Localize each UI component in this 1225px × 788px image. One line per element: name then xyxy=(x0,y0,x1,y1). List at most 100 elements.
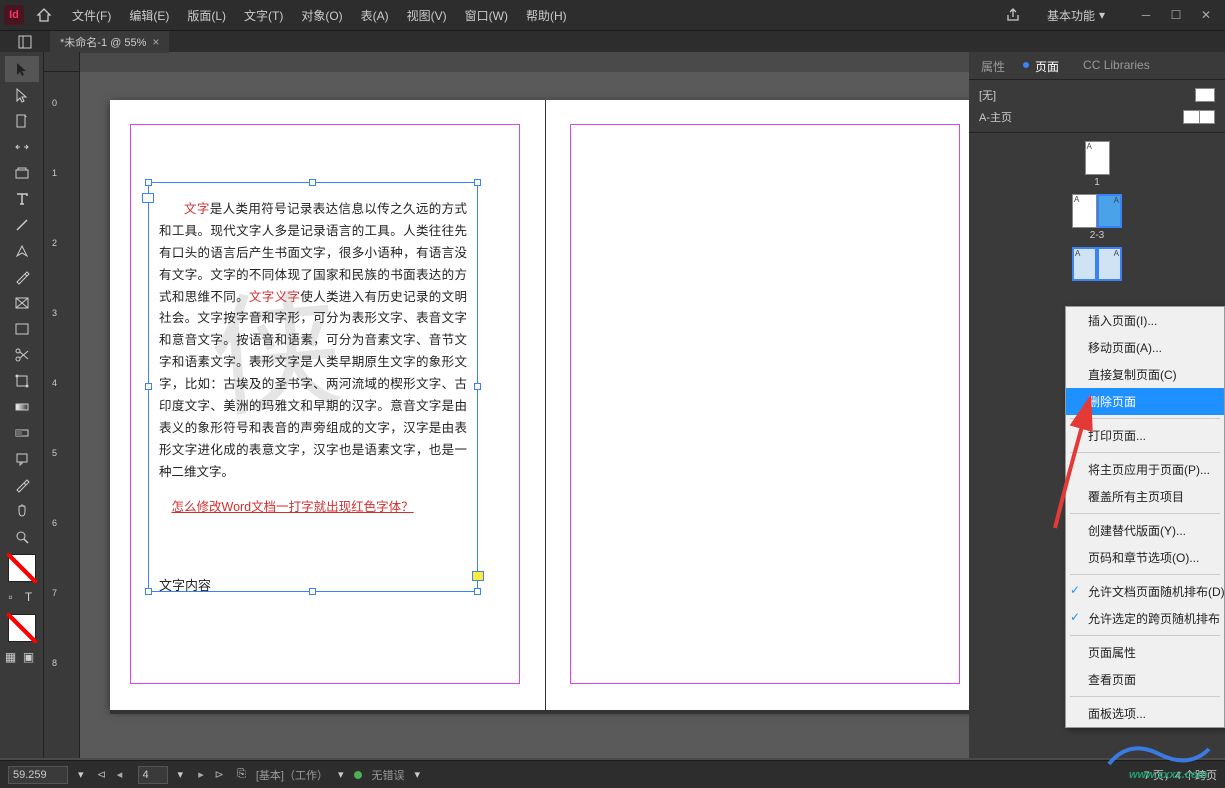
ctx-print-pages[interactable]: 打印页面... xyxy=(1066,422,1224,449)
ctx-allow-shuffle-doc[interactable]: 允许文档页面随机排布(D) xyxy=(1066,578,1224,605)
scissors-tool[interactable] xyxy=(5,342,39,368)
tab-pages[interactable]: 页面 xyxy=(1017,52,1071,79)
rectangle-frame-tool[interactable] xyxy=(5,290,39,316)
gradient-feather-tool[interactable] xyxy=(5,420,39,446)
separator xyxy=(1070,452,1220,453)
share-icon[interactable] xyxy=(997,3,1029,27)
direct-selection-tool[interactable] xyxy=(5,82,39,108)
first-page-button[interactable]: ⊲ xyxy=(94,767,110,783)
canvas[interactable]: 侠 文字是人类用符号记录表达信息以传之久远的方式和工具。现代文字 xyxy=(80,72,969,758)
page-field[interactable] xyxy=(138,766,168,784)
separator xyxy=(1070,513,1220,514)
preflight-dropdown-icon[interactable]: ▾ xyxy=(415,768,421,781)
ctx-page-attrs[interactable]: 页面属性 xyxy=(1066,639,1224,666)
zoom-dropdown-icon[interactable]: ▾ xyxy=(78,768,84,781)
page-tool[interactable] xyxy=(5,108,39,134)
menu-layout[interactable]: 版面(L) xyxy=(179,3,234,28)
ctx-allow-shuffle-spread[interactable]: 允许选定的跨页随机排布 xyxy=(1066,605,1224,632)
next-page-button[interactable]: ▸ xyxy=(193,767,209,783)
document-view: 0 1 2 3 4 5 6 7 8 9 10 11 12 13 14 15 16 xyxy=(44,52,969,758)
master-thumb xyxy=(1195,88,1215,102)
menu-type[interactable]: 文字(T) xyxy=(236,3,291,28)
menubar: 文件(F) 编辑(E) 版面(L) 文字(T) 对象(O) 表(A) 视图(V)… xyxy=(64,3,575,28)
prev-page-button[interactable]: ◂ xyxy=(112,767,128,783)
ctx-override-master[interactable]: 覆盖所有主页项目 xyxy=(1066,483,1224,510)
pencil-tool[interactable] xyxy=(5,264,39,290)
master-none[interactable]: [无] xyxy=(977,84,1217,106)
free-transform-tool[interactable] xyxy=(5,368,39,394)
ctx-view-pages[interactable]: 查看页面 xyxy=(1066,666,1224,693)
body-text: 文字是人类用符号记录表达信息以传之久远的方式和工具。现代文字人多是记录语言的工具… xyxy=(149,183,477,614)
pen-tool[interactable] xyxy=(5,238,39,264)
master-list: [无] A-主页 xyxy=(969,80,1225,132)
ctx-delete-pages[interactable]: 删除页面 xyxy=(1066,388,1224,415)
close-button[interactable]: ✕ xyxy=(1191,3,1221,27)
ctx-panel-options[interactable]: 面板选项... xyxy=(1066,700,1224,727)
page-dropdown-icon[interactable]: ▾ xyxy=(178,768,184,781)
vertical-ruler[interactable]: 0 1 2 3 4 5 6 7 8 xyxy=(44,72,80,758)
window-controls: ─ ☐ ✕ xyxy=(1131,3,1221,27)
maximize-button[interactable]: ☐ xyxy=(1161,3,1191,27)
ctx-apply-master[interactable]: 将主页应用于页面(P)... xyxy=(1066,456,1224,483)
menu-object[interactable]: 对象(O) xyxy=(293,3,350,28)
page-thumb-1[interactable]: A xyxy=(1085,141,1110,175)
rectangle-tool[interactable] xyxy=(5,316,39,342)
type-tool[interactable] xyxy=(5,186,39,212)
content-footer: 文字内容 xyxy=(159,575,467,598)
document-tab[interactable]: *未命名-1 @ 55% × xyxy=(50,31,169,53)
workspace-dropdown[interactable]: 基本功能 ▾ xyxy=(1037,3,1115,28)
gradient-swatch-tool[interactable] xyxy=(5,394,39,420)
ctx-alt-layout[interactable]: 创建替代版面(Y)... xyxy=(1066,517,1224,544)
preview-view-icon[interactable]: ▣ xyxy=(20,646,38,668)
note-tool[interactable] xyxy=(5,446,39,472)
zoom-field[interactable] xyxy=(8,766,68,784)
eyedropper-tool[interactable] xyxy=(5,472,39,498)
document-title: *未命名-1 @ 55% xyxy=(60,34,146,50)
gap-tool[interactable] xyxy=(5,134,39,160)
document-tabbar: *未命名-1 @ 55% × xyxy=(0,30,1225,52)
default-fill-stroke[interactable] xyxy=(8,614,36,642)
page-thumb-3[interactable]: A xyxy=(1097,194,1122,228)
normal-view-icon[interactable]: ▦ xyxy=(2,646,20,668)
tab-cc-libraries[interactable]: CC Libraries xyxy=(1071,52,1162,79)
profile-label: [基本]（工作） xyxy=(256,767,328,783)
ctx-insert-pages[interactable]: 插入页面(I)... xyxy=(1066,307,1224,334)
view-mode-toggle[interactable]: ▦ ▣ xyxy=(2,646,42,670)
open-dialog-icon[interactable]: ⎘ xyxy=(237,768,246,781)
color-mode-toggle[interactable]: ▫ T xyxy=(2,586,42,610)
preflight-status-icon xyxy=(354,771,362,779)
selection-tool[interactable] xyxy=(5,56,39,82)
spine xyxy=(545,100,546,710)
page-thumb-5[interactable]: A xyxy=(1097,247,1122,281)
page-thumb-4[interactable]: A xyxy=(1072,247,1097,281)
master-a[interactable]: A-主页 xyxy=(977,106,1217,128)
apply-text-icon[interactable]: T xyxy=(20,586,38,608)
profile-dropdown-icon[interactable]: ▾ xyxy=(338,768,344,781)
close-tab-icon[interactable]: × xyxy=(152,35,159,49)
ctx-move-pages[interactable]: 移动页面(A)... xyxy=(1066,334,1224,361)
menu-edit[interactable]: 编辑(E) xyxy=(121,3,177,28)
pages-context-menu: 插入页面(I)... 移动页面(A)... 直接复制页面(C) 删除页面 打印页… xyxy=(1065,306,1225,728)
menu-help[interactable]: 帮助(H) xyxy=(518,3,575,28)
last-page-button[interactable]: ⊳ xyxy=(211,767,227,783)
toolbox: ▫ T ▦ ▣ xyxy=(0,52,44,758)
ctx-duplicate-pages[interactable]: 直接复制页面(C) xyxy=(1066,361,1224,388)
menu-view[interactable]: 视图(V) xyxy=(399,3,455,28)
page-thumb-2[interactable]: A xyxy=(1072,194,1097,228)
apply-container-icon[interactable]: ▫ xyxy=(2,586,20,608)
tab-properties[interactable]: 属性 xyxy=(969,52,1017,79)
line-tool[interactable] xyxy=(5,212,39,238)
minimize-button[interactable]: ─ xyxy=(1131,3,1161,27)
hand-tool[interactable] xyxy=(5,498,39,524)
fill-stroke-swatch[interactable] xyxy=(8,554,36,582)
ruler-origin[interactable] xyxy=(44,52,80,72)
home-icon[interactable] xyxy=(32,3,56,27)
text-frame[interactable]: 文字是人类用符号记录表达信息以传之久远的方式和工具。现代文字人多是记录语言的工具… xyxy=(148,182,478,592)
menu-table[interactable]: 表(A) xyxy=(353,3,397,28)
ctx-numbering[interactable]: 页码和章节选项(O)... xyxy=(1066,544,1224,571)
panel-toggle-icon[interactable] xyxy=(0,31,50,53)
content-collector-tool[interactable] xyxy=(5,160,39,186)
menu-window[interactable]: 窗口(W) xyxy=(457,3,516,28)
zoom-tool[interactable] xyxy=(5,524,39,550)
menu-file[interactable]: 文件(F) xyxy=(64,3,119,28)
